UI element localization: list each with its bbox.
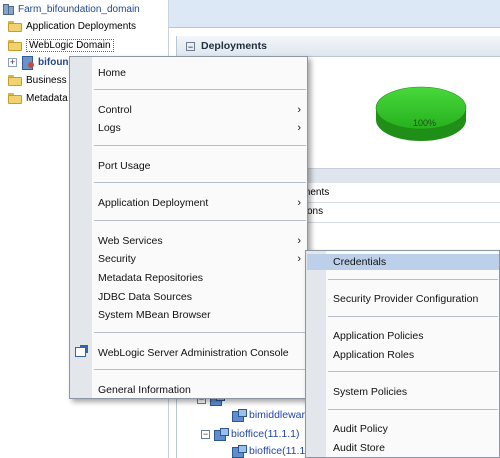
tree-item-farm[interactable]: Farm_bifoundation_domain xyxy=(2,0,140,18)
tree-item-label: Business xyxy=(26,74,67,86)
tree-item-metadata[interactable]: Metadata xyxy=(0,89,68,107)
collapse-icon[interactable]: − xyxy=(201,429,210,439)
deployment-pie-chart xyxy=(375,86,467,141)
content-header-band xyxy=(169,0,500,28)
menu-separator xyxy=(328,316,498,317)
submenu-item-audit-store[interactable]: Audit Store xyxy=(333,440,498,456)
tree-item-label: WebLogic Domain xyxy=(26,38,114,52)
menu-separator xyxy=(94,369,306,370)
menu-item-label: Control xyxy=(98,104,132,116)
menu-item-control[interactable]: Control › xyxy=(98,102,303,118)
menu-item-label: Security xyxy=(98,253,136,265)
submenu-arrow-icon: › xyxy=(297,122,301,134)
menu-separator xyxy=(328,279,498,280)
menu-separator xyxy=(94,145,306,146)
panel-title: Deployments xyxy=(201,40,267,52)
menu-item-label: Metadata Repositories xyxy=(98,272,204,284)
menu-item-label: Application Roles xyxy=(333,349,415,361)
submenu-arrow-icon: › xyxy=(297,104,301,116)
submenu-item-application-roles[interactable]: Application Roles xyxy=(333,347,498,363)
menu-item-label: Port Usage xyxy=(98,160,151,172)
submenu-item-security-provider-configuration[interactable]: Security Provider Configuration xyxy=(333,291,498,307)
collapse-icon[interactable] xyxy=(0,40,6,50)
expand-icon[interactable] xyxy=(0,75,6,85)
menu-item-security[interactable]: Security › xyxy=(98,251,303,267)
tree-item-label: bioffice(11.1.1) xyxy=(231,428,300,440)
tree-item-business[interactable]: Business xyxy=(0,71,67,89)
menu-item-label: General Information xyxy=(98,384,191,396)
tree-item-bimiddleware[interactable]: bimiddlewar xyxy=(232,409,306,422)
farm-icon xyxy=(2,3,14,15)
weblogic-domain-context-menu: Home Control › Logs › Port Usage Applica… xyxy=(69,56,308,399)
folder-icon xyxy=(8,39,22,51)
menu-item-label: Credentials xyxy=(333,256,387,268)
menu-item-label: JDBC Data Sources xyxy=(98,291,192,303)
tree-item-bioffice-child[interactable]: bioffice(11.1 xyxy=(232,445,306,458)
menu-item-port-usage[interactable]: Port Usage xyxy=(98,158,303,174)
menu-item-label: Audit Policy xyxy=(333,423,388,435)
submenu-item-system-policies[interactable]: System Policies xyxy=(333,384,498,400)
pie-percent-label: 100% xyxy=(413,118,437,128)
menu-item-label: System MBean Browser xyxy=(98,309,211,321)
menu-separator xyxy=(328,371,498,372)
deployments-panel-header: − Deployments xyxy=(177,36,500,57)
menu-item-label: Application Deployment xyxy=(98,197,209,209)
menu-item-label: Audit Store xyxy=(333,442,385,454)
row-divider xyxy=(300,202,500,203)
folder-icon xyxy=(8,74,22,86)
expand-icon[interactable] xyxy=(0,21,6,31)
tree-item-weblogic-domain[interactable]: WebLogic Domain xyxy=(0,36,114,54)
menu-separator xyxy=(94,89,306,90)
security-submenu: Credentials Security Provider Configurat… xyxy=(305,250,500,458)
menu-item-label: Security Provider Configuration xyxy=(333,293,479,305)
folder-icon xyxy=(8,92,22,104)
expand-icon[interactable]: + xyxy=(8,57,17,67)
menu-item-label: WebLogic Server Administration Console xyxy=(98,347,289,359)
menu-item-jdbc-data-sources[interactable]: JDBC Data Sources xyxy=(98,289,303,305)
application-icon xyxy=(232,445,247,458)
tree-item-application-deployments[interactable]: Application Deployments xyxy=(0,17,136,35)
menu-icon-gutter xyxy=(306,251,326,457)
menu-item-home[interactable]: Home xyxy=(98,65,303,81)
submenu-arrow-icon: › xyxy=(297,253,301,265)
folder-icon xyxy=(8,20,22,32)
tree-item-label: Application Deployments xyxy=(26,20,137,32)
menu-item-label: Web Services xyxy=(98,235,163,247)
tree-item-label: bimiddlewar xyxy=(249,409,306,421)
submenu-item-application-policies[interactable]: Application Policies xyxy=(333,328,498,344)
menu-item-label: Home xyxy=(98,67,127,79)
submenu-arrow-icon: › xyxy=(297,197,301,209)
menu-item-weblogic-admin-console[interactable]: WebLogic Server Administration Console xyxy=(98,345,303,361)
menu-item-label: Logs xyxy=(98,122,121,134)
tree-item-label: bioffice(11.1 xyxy=(249,445,306,457)
menu-item-logs[interactable]: Logs › xyxy=(98,120,303,136)
menu-item-general-information[interactable]: General Information xyxy=(98,382,303,398)
tree-item-label: Farm_bifoundation_domain xyxy=(18,3,140,15)
tree-item-label: Metadata xyxy=(26,92,68,104)
menu-item-web-services[interactable]: Web Services › xyxy=(98,233,303,249)
menu-separator xyxy=(328,409,498,410)
menu-item-application-deployment[interactable]: Application Deployment › xyxy=(98,195,303,211)
expand-icon[interactable] xyxy=(0,93,6,103)
submenu-item-credentials[interactable]: Credentials xyxy=(307,254,499,270)
menu-item-metadata-repositories[interactable]: Metadata Repositories xyxy=(98,270,303,286)
weblogic-domain-icon xyxy=(21,55,34,70)
menu-item-label: Application Policies xyxy=(333,330,424,342)
submenu-arrow-icon: › xyxy=(297,235,301,247)
row-divider xyxy=(300,222,500,223)
menu-item-label: System Policies xyxy=(333,386,408,398)
menu-item-system-mbean-browser[interactable]: System MBean Browser xyxy=(98,307,303,323)
table-header-band xyxy=(300,168,500,183)
menu-separator xyxy=(94,182,306,183)
submenu-item-audit-policy[interactable]: Audit Policy xyxy=(333,421,498,437)
menu-separator xyxy=(94,220,306,221)
collapse-icon[interactable]: − xyxy=(186,41,195,51)
application-icon xyxy=(232,409,247,422)
menu-separator xyxy=(94,332,306,333)
application-icon xyxy=(214,428,229,441)
external-console-icon xyxy=(75,345,88,357)
tree-item-bioffice[interactable]: − bioffice(11.1.1) xyxy=(201,428,300,441)
